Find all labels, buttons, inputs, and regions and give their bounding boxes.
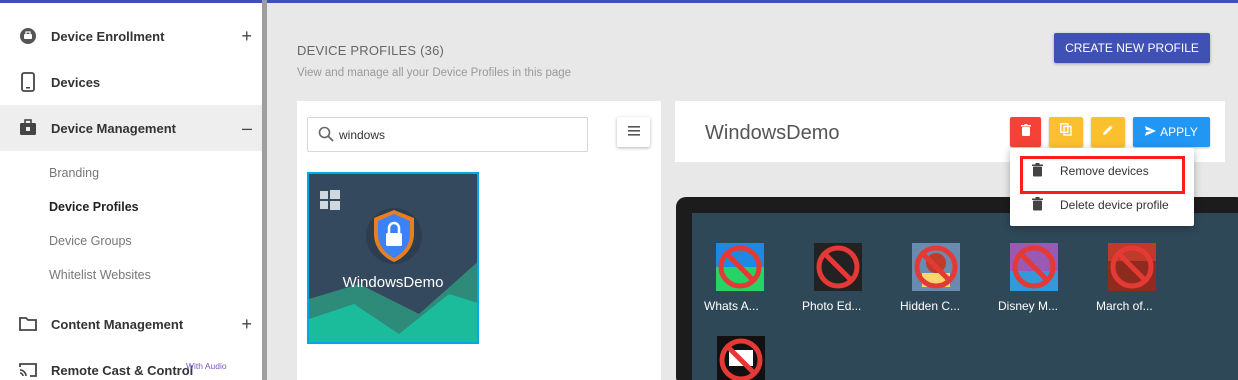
delete-button[interactable] bbox=[1010, 117, 1041, 147]
blocked-app-icon bbox=[1108, 243, 1156, 291]
page-subtitle: View and manage all your Device Profiles… bbox=[297, 67, 572, 79]
highlight-box bbox=[1020, 156, 1185, 194]
shield-lock-icon bbox=[362, 204, 426, 273]
sidebar-item-device-management[interactable]: Device Management – bbox=[0, 105, 262, 151]
blocked-app-icon bbox=[1010, 243, 1058, 291]
phone-icon bbox=[18, 72, 38, 92]
device-screen bbox=[692, 213, 1238, 380]
sidebar-item-label: Device Management bbox=[51, 120, 176, 136]
expand-icon[interactable]: + bbox=[241, 26, 252, 47]
sidebar-divider bbox=[262, 0, 267, 380]
sidebar-item-content-management[interactable]: Content Management + bbox=[0, 301, 262, 347]
pencil-icon bbox=[1102, 123, 1114, 141]
sidebar-item-label: Content Management bbox=[51, 316, 184, 332]
copy-icon bbox=[1060, 123, 1072, 141]
app-label: March of... bbox=[1096, 299, 1153, 313]
with-audio-badge: With Audio bbox=[186, 361, 227, 371]
sidebar-subitem-device-profiles[interactable]: Device Profiles bbox=[49, 200, 139, 214]
edit-button[interactable] bbox=[1091, 117, 1125, 147]
sidebar-item-label: Device Enrollment bbox=[51, 28, 165, 44]
blocked-app-icon bbox=[717, 336, 765, 380]
sidebar-subitem-branding[interactable]: Branding bbox=[49, 166, 99, 180]
sidebar-subitem-device-groups[interactable]: Device Groups bbox=[49, 234, 132, 248]
blocked-app-icon bbox=[716, 243, 764, 291]
blocked-app-icon bbox=[814, 243, 862, 291]
list-view-button[interactable] bbox=[617, 117, 650, 147]
list-icon bbox=[627, 123, 640, 141]
apply-button[interactable]: APPLY bbox=[1133, 117, 1210, 147]
sidebar-item-device-enrollment[interactable]: Device Enrollment + bbox=[0, 13, 262, 59]
folder-icon bbox=[18, 314, 38, 334]
profile-detail-name: WindowsDemo bbox=[705, 122, 840, 144]
briefcase-icon bbox=[18, 118, 38, 138]
sidebar-item-label: Devices bbox=[51, 74, 101, 90]
trash-icon bbox=[1032, 197, 1043, 216]
profile-card-name: WindowsDemo bbox=[342, 274, 444, 291]
create-new-profile-button[interactable]: CREATE NEW PROFILE bbox=[1054, 33, 1210, 63]
windows-icon bbox=[320, 190, 340, 215]
sidebar-subitem-whitelist-websites[interactable]: Whitelist Websites bbox=[49, 268, 151, 282]
cast-icon bbox=[18, 360, 38, 380]
app-label: Disney M... bbox=[998, 299, 1059, 313]
page-title: DEVICE PROFILES (36) bbox=[297, 43, 445, 58]
collapse-icon[interactable]: – bbox=[242, 118, 252, 139]
apply-label: APPLY bbox=[1160, 125, 1198, 139]
app-label: Photo Ed... bbox=[802, 299, 862, 313]
expand-icon[interactable]: + bbox=[241, 314, 252, 335]
search-icon bbox=[318, 126, 334, 147]
menu-item-delete-profile[interactable]: Delete device profile bbox=[1010, 192, 1194, 218]
trash-icon bbox=[1020, 123, 1031, 141]
send-icon bbox=[1145, 125, 1157, 139]
search-input[interactable]: windows bbox=[307, 117, 588, 152]
copy-button[interactable] bbox=[1049, 117, 1083, 147]
sidebar-item-label: Remote Cast & Control bbox=[51, 362, 194, 378]
app-label: Whats A... bbox=[704, 299, 759, 313]
app-label: Hidden C... bbox=[900, 299, 961, 313]
profile-card[interactable]: WindowsDemo bbox=[307, 172, 479, 344]
menu-item-label: Delete device profile bbox=[1060, 198, 1169, 212]
sidebar-item-devices[interactable]: Devices bbox=[0, 59, 262, 105]
search-value: windows bbox=[339, 128, 386, 142]
enrollment-icon bbox=[18, 26, 38, 46]
blocked-app-icon bbox=[912, 243, 960, 291]
